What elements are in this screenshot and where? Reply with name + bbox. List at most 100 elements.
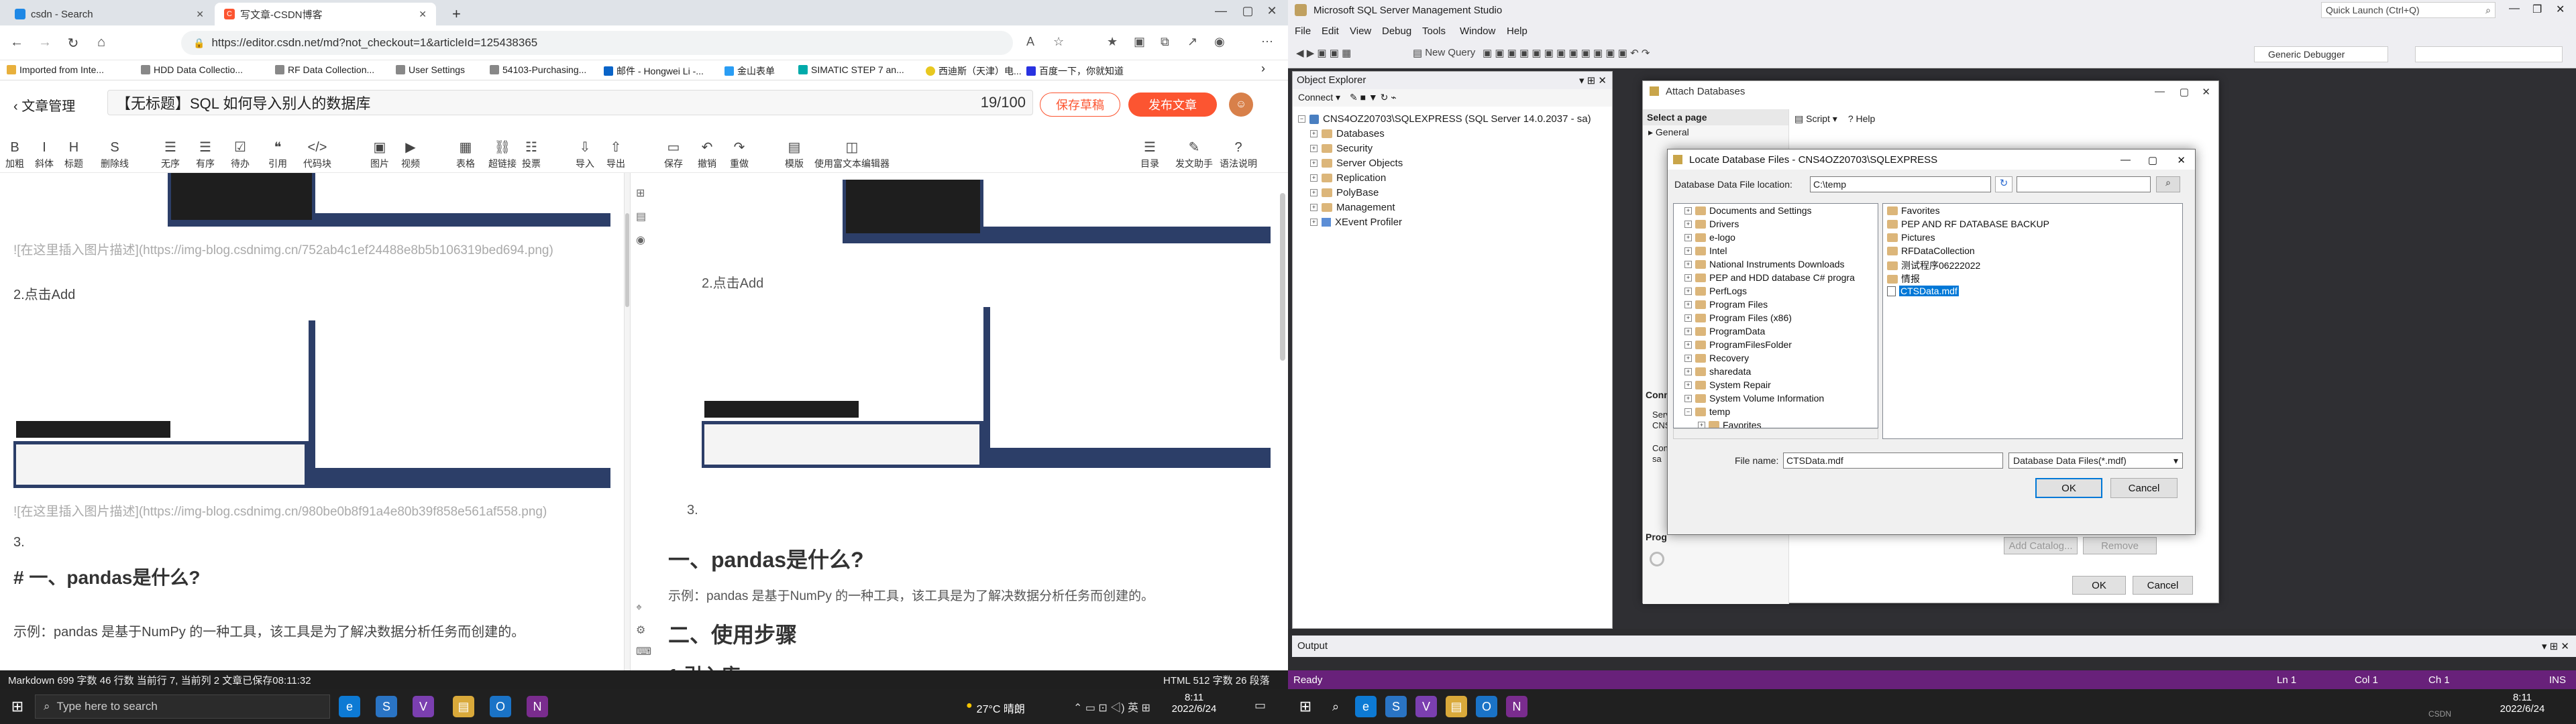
article-title-input[interactable]: 【无标题】SQL 如何导入别人的数据库 19/100	[107, 90, 1033, 115]
tree-folder[interactable]: + Documents and Settings	[1684, 205, 1812, 216]
tree-node-server-objects[interactable]: + Server Objects	[1310, 158, 1403, 169]
location-input[interactable]: C:\temp	[1810, 176, 1991, 192]
menu-file[interactable]: File	[1295, 25, 1311, 37]
minimize-icon[interactable]: —	[2155, 86, 2165, 97]
close-tab-icon[interactable]: ✕	[196, 9, 204, 20]
toolbar-8-button[interactable]: ❝ 引用	[268, 139, 287, 170]
toolbar-12-button[interactable]: ▦ 表格	[456, 139, 475, 170]
tree-node-databases[interactable]: + Databases	[1310, 128, 1385, 139]
page-general[interactable]: ▸ General	[1643, 125, 1788, 139]
profile-icon[interactable]: ◉	[1214, 35, 1225, 49]
tree-folder[interactable]: + Recovery	[1684, 353, 1749, 363]
bookmark-item[interactable]: HDD Data Collectio...	[141, 64, 243, 75]
restore-icon[interactable]: ❐	[2532, 3, 2542, 16]
oe-toolbar-icons[interactable]: ✎ ■ ▼ ↻ ⌁	[1350, 92, 1397, 103]
locate-icon[interactable]: ⌖	[636, 602, 642, 614]
forward-icon[interactable]: →	[35, 35, 55, 50]
edge-icon[interactable]: e	[1355, 696, 1377, 717]
file-item[interactable]: 情报	[1887, 272, 1920, 286]
file-name-input[interactable]: CTSData.mdf	[1783, 452, 2003, 469]
tray-icons[interactable]: ⌃ ▭ ⊡ ◁) 英 ⊞	[1073, 699, 1150, 715]
tab-csdn-editor[interactable]: C 写文章-CSDN博客 ✕	[215, 3, 436, 25]
bookmark-item[interactable]: 百度一下，你就知道	[1026, 64, 1124, 78]
notification-icon[interactable]: ▭	[1254, 699, 1266, 713]
collapse-icon[interactable]: −	[1298, 115, 1305, 123]
toolbar-23-button[interactable]: ✎ 发文助手	[1175, 139, 1213, 170]
toolbar-7-button[interactable]: ☑ 待办	[231, 139, 250, 170]
script-button[interactable]: ▤ Script ▾	[1794, 113, 1837, 125]
toolbar-22-button[interactable]: ☰ 目录	[1140, 139, 1159, 170]
toolbar-18-button[interactable]: ↶ 撤销	[698, 139, 716, 170]
favorites-icon[interactable]: ★	[1107, 35, 1118, 49]
toolbar-icons[interactable]: ▣ ▣ ▣ ▣ ▣ ▣ ▣ ▣ ▣ ▣ ▣ ▣ ↶ ↷	[1483, 47, 1650, 59]
add-catalog-button[interactable]: Add Catalog...	[2004, 537, 2078, 554]
menu-help[interactable]: Help	[1507, 25, 1527, 37]
preview-scrollbar[interactable]	[1280, 193, 1285, 361]
toolbar-3-button[interactable]: H 标题	[64, 139, 83, 170]
refresh-icon[interactable]: ↻	[1995, 176, 2012, 192]
tree-folder-temp[interactable]: − temp	[1684, 406, 1730, 417]
menu-view[interactable]: View	[1350, 25, 1371, 37]
debugger-select[interactable]: Generic Debugger	[2254, 46, 2388, 62]
file-list[interactable]: Favorites PEP AND RF DATABASE BACKUP Pic…	[1882, 203, 2183, 439]
toolbar-2-button[interactable]: I 斜体	[35, 139, 54, 170]
tree-folder[interactable]: + Program Files	[1684, 299, 1768, 310]
tree-node-polybase[interactable]: + PolyBase	[1310, 187, 1379, 198]
toolbar-9-button[interactable]: </> 代码块	[303, 139, 331, 170]
minimize-icon[interactable]: —	[1208, 4, 1234, 18]
menu-edit[interactable]: Edit	[1322, 25, 1339, 37]
tree-node-replication[interactable]: + Replication	[1310, 172, 1386, 184]
attach-ok-button[interactable]: OK	[2072, 576, 2126, 595]
toolbar-21-button[interactable]: ◫ 使用富文本编辑器	[814, 139, 890, 170]
connect-button[interactable]: Connect ▾	[1298, 92, 1340, 103]
menu-window[interactable]: Window	[1460, 25, 1495, 37]
taskbar-search-input[interactable]: ⌕ Type here to search	[35, 695, 330, 719]
onenote-icon[interactable]: N	[1506, 696, 1527, 717]
toc-icon[interactable]: ▤	[636, 210, 646, 223]
tree-node-xevent-profiler[interactable]: + XEvent Profiler	[1310, 217, 1402, 228]
markdown-editor[interactable]: ![在这里插入图片描述](https://img-blog.csdnimg.cn…	[0, 173, 624, 670]
toolbar-19-button[interactable]: ↷ 重做	[730, 139, 749, 170]
tree-horizontal-scrollbar[interactable]	[1673, 428, 1878, 439]
close-window-icon[interactable]: ✕	[2556, 3, 2565, 16]
save-draft-button[interactable]: 保存草稿	[1040, 93, 1120, 117]
sync-icon[interactable]: ⊞	[636, 186, 645, 200]
outlook-icon[interactable]: O	[1476, 696, 1497, 717]
editor-scrollbar[interactable]	[625, 213, 629, 307]
file-item[interactable]: RFDataCollection	[1887, 245, 1975, 256]
maximize-icon[interactable]: ▢	[1234, 4, 1261, 18]
close-tab-icon[interactable]: ✕	[419, 9, 427, 20]
bookmark-item[interactable]: 金山表单	[724, 64, 775, 78]
menu-tools[interactable]: Tools	[1422, 25, 1446, 37]
visual-studio-icon[interactable]: V	[1415, 696, 1437, 717]
toolbar-6-button[interactable]: ☰ 有序	[196, 139, 215, 170]
new-query-button[interactable]: ▤ New Query	[1413, 47, 1475, 59]
windows-start-icon[interactable]: ⊞	[1295, 696, 1316, 717]
locate-cancel-button[interactable]: Cancel	[2110, 478, 2178, 498]
home-icon[interactable]: ⌂	[91, 35, 111, 50]
locate-ok-button[interactable]: OK	[2035, 478, 2102, 498]
attach-cancel-button[interactable]: Cancel	[2133, 576, 2193, 595]
settings-icon[interactable]: ⚙	[636, 623, 645, 637]
sql-icon[interactable]: S	[376, 696, 397, 717]
close-window-icon[interactable]: ✕	[1258, 4, 1285, 18]
search-icon[interactable]: ⌕	[1325, 696, 1346, 717]
file-explorer-icon[interactable]: ▤	[1446, 696, 1467, 717]
bookmark-item[interactable]: Imported from Inte...	[7, 64, 104, 75]
collections-icon[interactable]: ▣	[1134, 35, 1145, 49]
tab-csdn-search[interactable]: csdn - Search ✕	[5, 3, 213, 25]
remove-button[interactable]: Remove	[2083, 537, 2157, 554]
tree-folder[interactable]: + sharedata	[1684, 366, 1751, 377]
tree-folder[interactable]: + ProgramData	[1684, 326, 1765, 337]
url-input[interactable]: 🔒 https://editor.csdn.net/md?not_checkou…	[181, 31, 1013, 55]
tree-node-management[interactable]: + Management	[1310, 202, 1395, 213]
favorite-icon[interactable]: ☆	[1053, 35, 1064, 49]
maximize-icon[interactable]: ▢	[2180, 86, 2189, 98]
weather-widget[interactable]: ● 27°C 晴朗	[966, 700, 1025, 716]
tree-folder[interactable]: + Favorites	[1698, 420, 1762, 428]
file-item[interactable]: 测试程序06222022	[1887, 259, 1980, 272]
tree-folder[interactable]: + System Volume Information	[1684, 393, 1824, 404]
onenote-icon[interactable]: N	[527, 696, 548, 717]
read-aloud-icon[interactable]: A	[1026, 35, 1034, 49]
file-item[interactable]: Pictures	[1887, 232, 1935, 243]
